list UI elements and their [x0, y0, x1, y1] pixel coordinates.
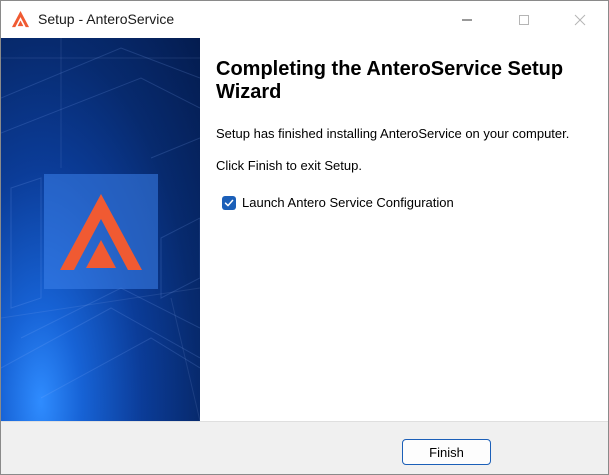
wizard-side-image: [1, 38, 200, 421]
close-icon: [574, 14, 586, 25]
checkmark-icon: [224, 199, 234, 206]
maximize-button[interactable]: [501, 1, 547, 38]
wizard-button-bar: Finish: [1, 421, 608, 474]
setup-window: Setup - AnteroService Completing the Ant…: [0, 0, 609, 475]
minimize-button[interactable]: [444, 1, 490, 38]
antero-logo-icon: [60, 194, 142, 270]
page-title: Completing the AnteroService Setup Wizar…: [216, 58, 564, 103]
close-button[interactable]: [557, 1, 603, 38]
maximize-icon: [519, 14, 529, 25]
title-bar[interactable]: Setup - AnteroService: [1, 1, 608, 38]
finish-button[interactable]: Finish: [402, 439, 491, 465]
wizard-content: Completing the AnteroService Setup Wizar…: [200, 38, 608, 421]
window-title: Setup - AnteroService: [38, 11, 175, 27]
launch-config-checkbox[interactable]: [222, 195, 236, 210]
antero-logo-icon: [11, 10, 30, 28]
exit-instruction: Click Finish to exit Setup.: [216, 158, 362, 173]
completion-message: Setup has finished installing AnteroServ…: [216, 126, 570, 141]
minimize-icon: [462, 19, 472, 20]
launch-config-label[interactable]: Launch Antero Service Configuration: [242, 195, 454, 210]
launch-config-option[interactable]: Launch Antero Service Configuration: [222, 195, 454, 210]
product-logo-tile: [44, 174, 158, 289]
